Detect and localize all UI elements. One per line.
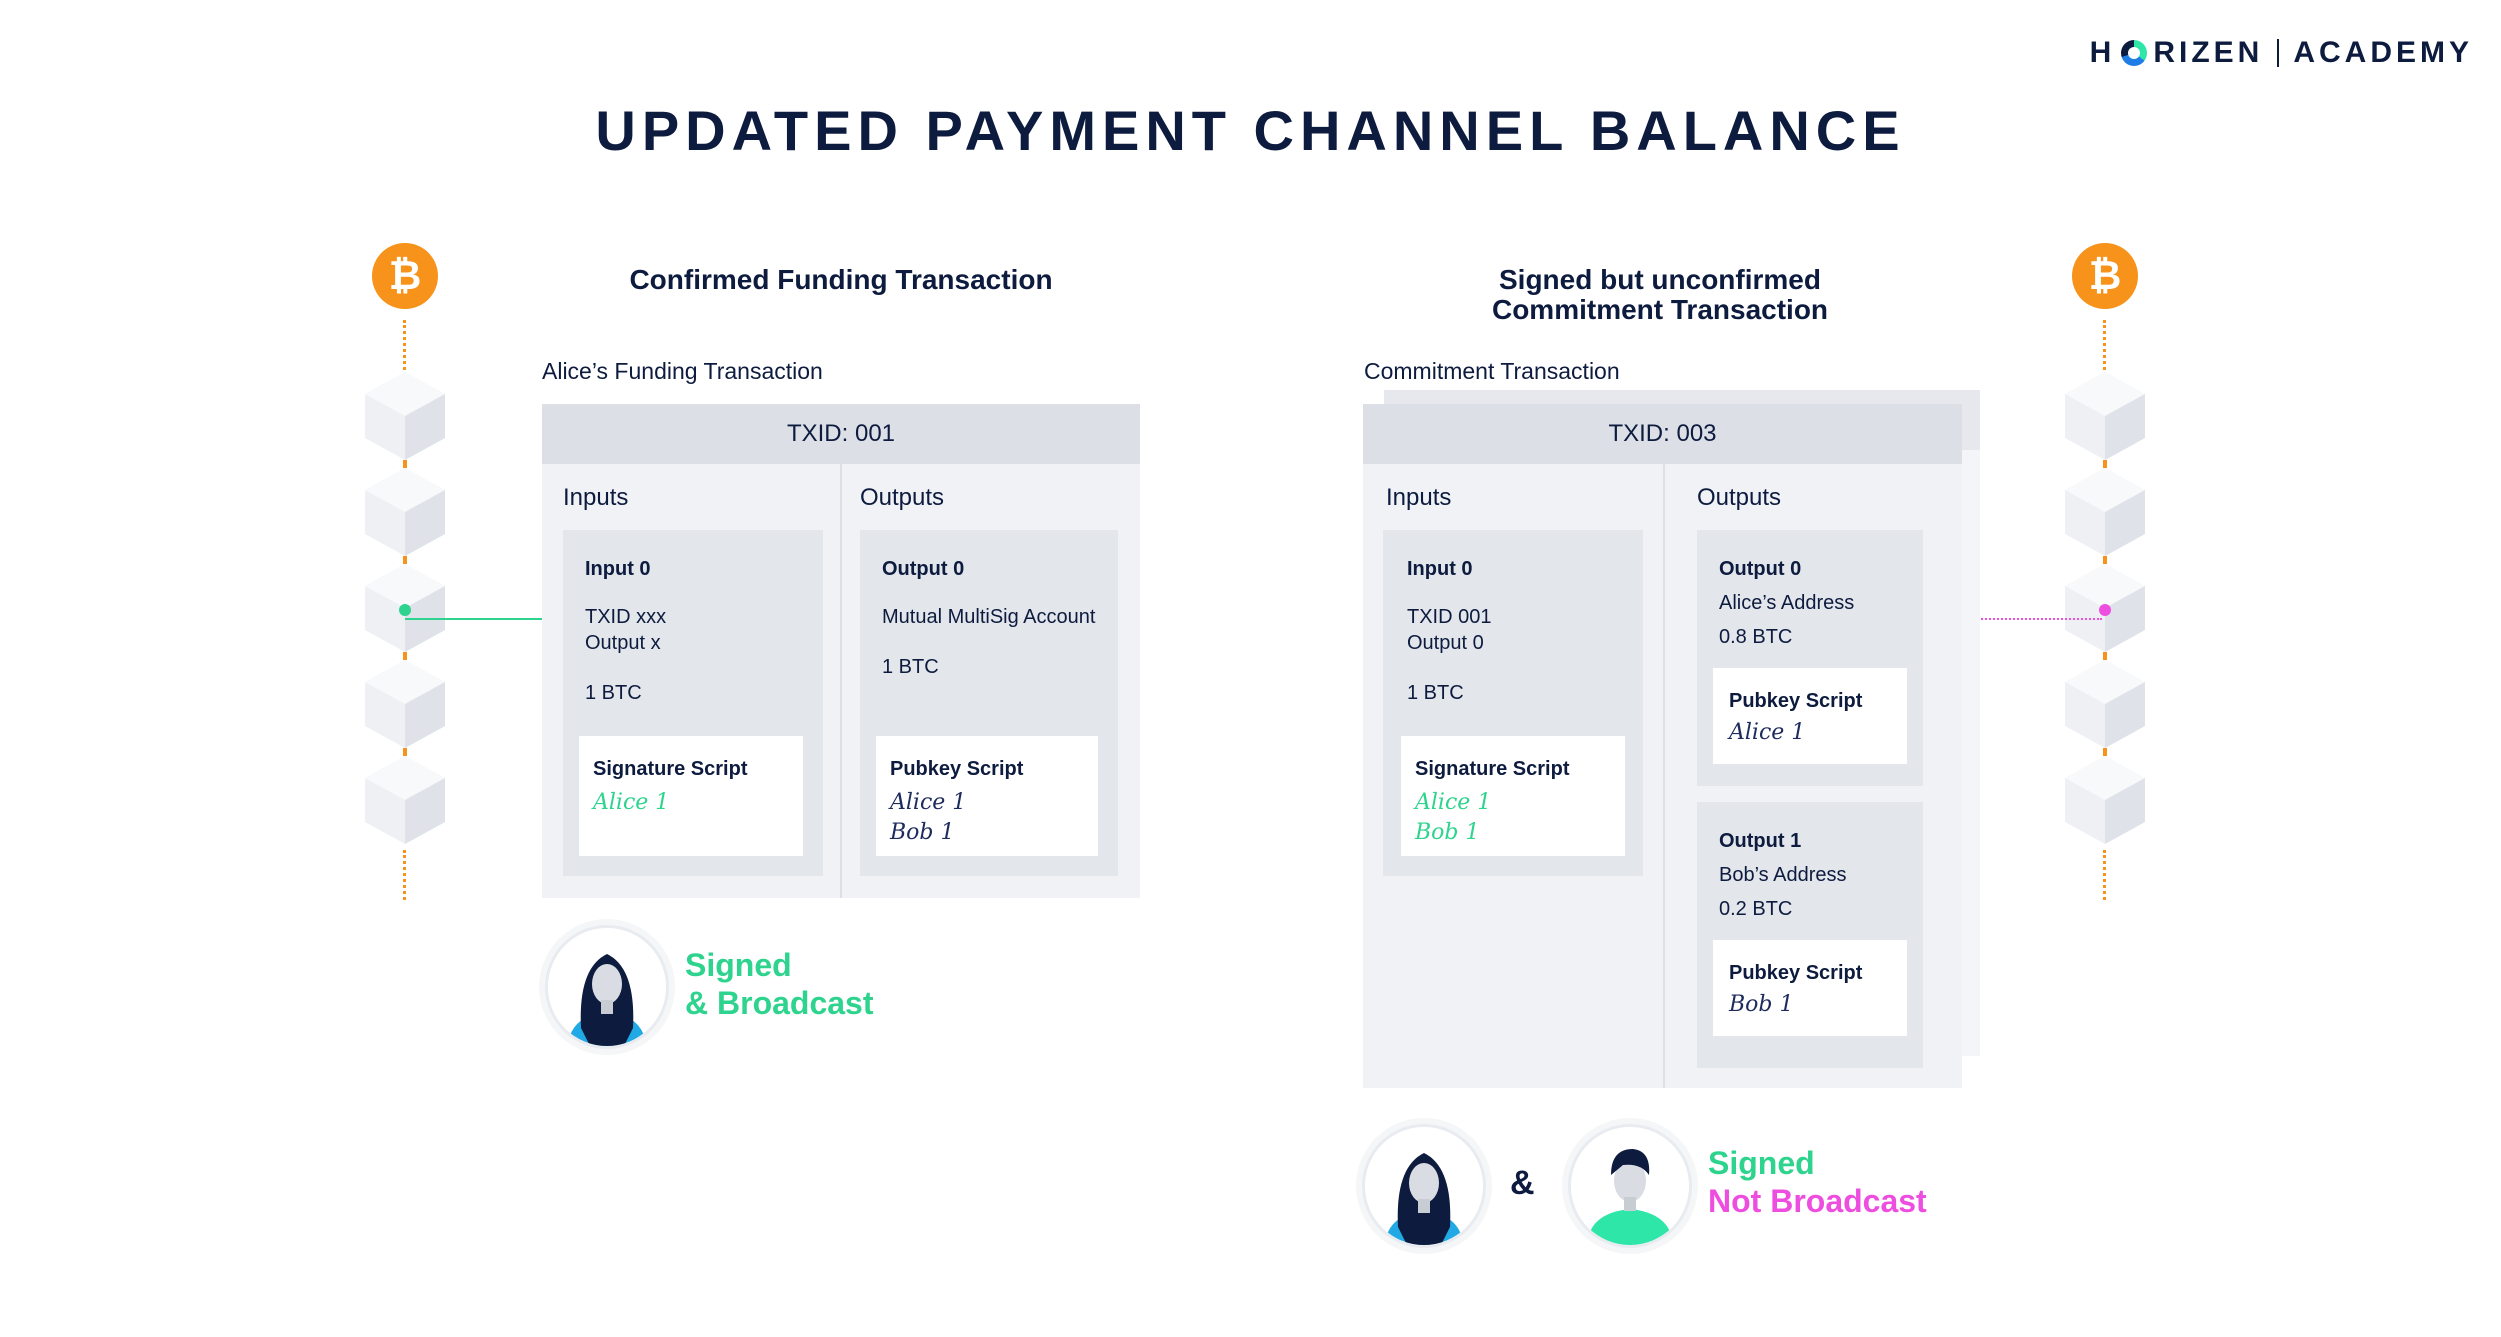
logo-divider: [2277, 39, 2280, 67]
bitcoin-icon: ₿: [2072, 243, 2138, 309]
bob-icon: [1571, 1127, 1689, 1245]
logo-ring-icon: [2121, 40, 2148, 66]
input0-label: Input 0: [1407, 558, 1473, 580]
horizen-academy-logo: H RIZEN ACADEMY: [2090, 36, 2473, 70]
output0-address: Alice’s Address: [1719, 592, 1855, 614]
block-icon: [365, 660, 445, 748]
right-status-not-broadcast: Not Broadcast: [1708, 1183, 1927, 1219]
blockchain-left: [365, 372, 445, 844]
alice-avatar: [545, 925, 669, 1049]
output0-label: Output 0: [1719, 558, 1802, 580]
right-output0-card: Output 0 Alice’s Address 0.8 BTC Pubkey …: [1697, 530, 1923, 786]
block-icon: [2065, 660, 2145, 748]
left-status-signed: Signed: [685, 947, 792, 983]
left-section-title: Confirmed Funding Transaction: [629, 264, 1053, 295]
signature-bob: Bob 1: [1415, 820, 1480, 845]
bob-avatar: [1568, 1124, 1692, 1248]
right-section-title-2: Commitment Transaction: [1491, 294, 1829, 325]
signature-script-box: Signature Script Alice 1 Bob 1: [1401, 736, 1625, 856]
block-icon: [365, 564, 445, 652]
input0-line1: TXID xxx: [585, 606, 667, 628]
left-inputs-label: Inputs: [563, 484, 629, 511]
pubkey-script-label: Pubkey Script: [1729, 962, 1863, 984]
input0-label: Input 0: [585, 558, 651, 580]
signature-alice: Alice 1: [593, 790, 670, 815]
right-output1-card: Output 1 Bob’s Address 0.2 BTC Pubkey Sc…: [1697, 802, 1923, 1068]
bitcoin-icon: ₿: [372, 243, 438, 309]
chain-dots-bottom: [403, 850, 406, 900]
logo-text: RIZEN: [2153, 36, 2264, 69]
input0-line1: TXID 001: [1407, 606, 1492, 628]
block-icon: [2065, 564, 2145, 652]
ampersand: &: [1510, 1164, 1535, 1202]
pubkey-script-label: Pubkey Script: [890, 758, 1024, 780]
left-output0-card: Output 0 Mutual MultiSig Account 1 BTC P…: [860, 530, 1118, 876]
alice-icon: [548, 928, 666, 1046]
block-icon: [2065, 372, 2145, 460]
chain-dots-top: [2103, 320, 2106, 370]
pubkey-bob: Bob 1: [1729, 992, 1794, 1017]
output0-amount: 1 BTC: [882, 656, 939, 678]
pubkey-script-box: Pubkey Script Bob 1: [1713, 940, 1907, 1036]
pubkey-bob: Bob 1: [890, 820, 955, 845]
block-icon: [2065, 468, 2145, 556]
left-outputs-label: Outputs: [860, 484, 945, 511]
signature-script-box: Signature Script Alice 1: [579, 736, 803, 856]
left-column-divider: [840, 464, 842, 898]
block-icon: [365, 756, 445, 844]
signature-script-label: Signature Script: [593, 758, 748, 780]
right-status-signed: Signed: [1708, 1145, 1815, 1181]
alice-icon: [1365, 1127, 1483, 1245]
output1-amount: 0.2 BTC: [1719, 898, 1793, 920]
input0-line2: Output 0: [1407, 632, 1484, 654]
pubkey-script-box: Pubkey Script Alice 1: [1713, 668, 1907, 764]
block-icon: [365, 468, 445, 556]
chain-dots-top: [403, 320, 406, 370]
pubkey-alice: Alice 1: [890, 790, 967, 815]
signature-alice: Alice 1: [1415, 790, 1492, 815]
logo-academy-text: ACADEMY: [2293, 36, 2473, 69]
right-input0-card: Input 0 TXID 001 Output 0 1 BTC Signatur…: [1383, 530, 1643, 876]
page-title: UPDATED PAYMENT CHANNEL BALANCE: [595, 99, 1906, 162]
input0-amount: 1 BTC: [585, 682, 642, 704]
right-inputs-label: Inputs: [1386, 484, 1452, 511]
right-txid: TXID: 003: [1363, 404, 1962, 464]
block-icon: [2065, 756, 2145, 844]
right-column-divider: [1663, 464, 1665, 1088]
output1-label: Output 1: [1719, 830, 1802, 852]
right-caption: Commitment Transaction: [1364, 358, 1620, 384]
left-status-broadcast: & Broadcast: [685, 985, 874, 1021]
left-txid: TXID: 001: [542, 404, 1140, 464]
output0-label: Output 0: [882, 558, 965, 580]
input0-amount: 1 BTC: [1407, 682, 1464, 704]
output1-address: Bob’s Address: [1719, 864, 1847, 886]
left-caption: Alice’s Funding Transaction: [542, 358, 823, 384]
logo-letter: H: [2089, 36, 2116, 69]
pubkey-script-box: Pubkey Script Alice 1 Bob 1: [876, 736, 1098, 856]
right-section-title-1: Signed but unconfirmed: [1499, 264, 1821, 295]
chain-dots-bottom: [2103, 850, 2106, 900]
funding-link-line: [405, 618, 542, 620]
output0-line1: Mutual MultiSig Account: [882, 606, 1096, 628]
right-outputs-label: Outputs: [1697, 484, 1782, 511]
pubkey-alice: Alice 1: [1729, 720, 1806, 745]
blockchain-right: [2065, 372, 2145, 844]
output0-amount: 0.8 BTC: [1719, 626, 1793, 648]
block-icon: [365, 372, 445, 460]
signature-script-label: Signature Script: [1415, 758, 1570, 780]
pubkey-script-label: Pubkey Script: [1729, 690, 1863, 712]
input0-line2: Output x: [585, 632, 661, 654]
commitment-link-line: [1978, 618, 2102, 620]
left-input0-card: Input 0 TXID xxx Output x 1 BTC Signatur…: [563, 530, 823, 876]
alice-avatar: [1362, 1124, 1486, 1248]
